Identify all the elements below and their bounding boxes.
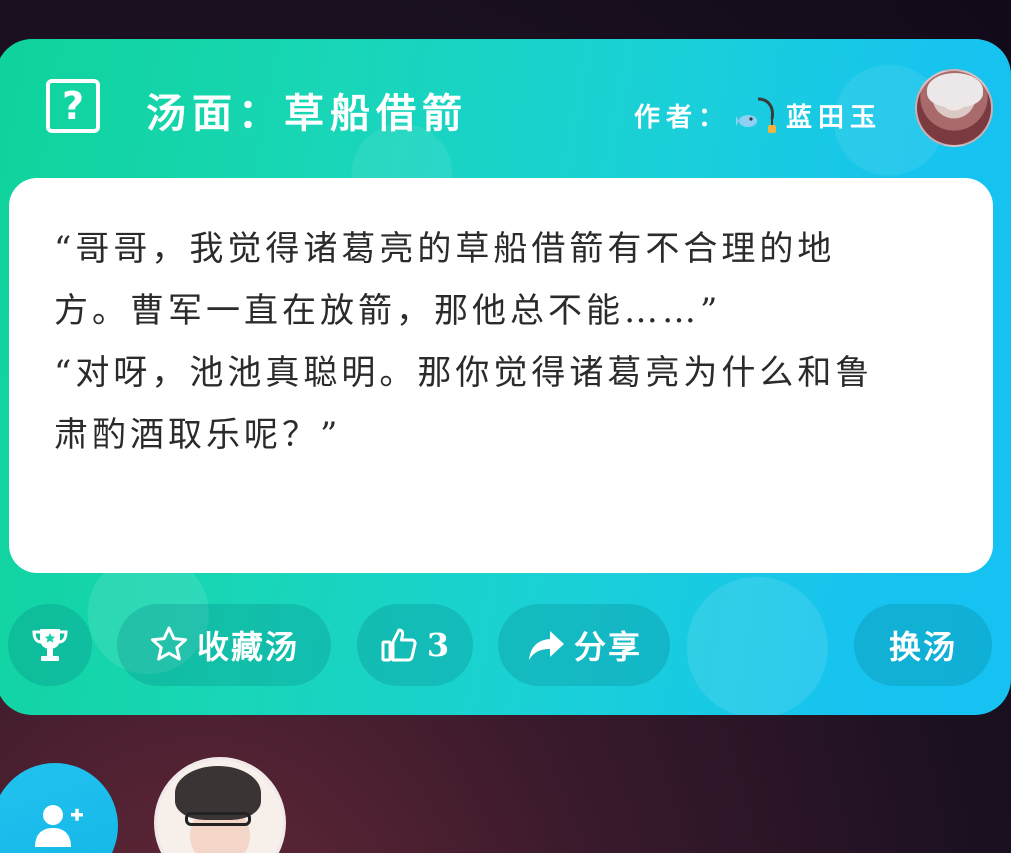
story-paragraph: “对呀，池池真聪明。那你觉得诸葛亮为什么和鲁肃酌酒取乐呢？” bbox=[54, 353, 874, 455]
like-button[interactable]: 3 bbox=[357, 604, 473, 686]
soup-title: 汤面：草船借箭 bbox=[146, 90, 468, 137]
action-bar: 收藏汤 3 分享 换汤 bbox=[0, 604, 1011, 688]
share-arrow-icon bbox=[528, 631, 564, 660]
story-panel: “哥哥，我觉得诸葛亮的草船借箭有不合理的地方。曹军一直在放箭，那他总不能……” … bbox=[9, 178, 993, 573]
share-label: 分享 bbox=[573, 628, 642, 666]
change-soup-label: 换汤 bbox=[888, 628, 957, 666]
help-icon[interactable]: ? bbox=[46, 79, 100, 133]
soup-card: ? 汤面：草船借箭 作者： 蓝田玉 “哥哥，我觉得诸葛亮的草船借箭有不合理的地方… bbox=[0, 39, 1011, 715]
author-info[interactable]: 作者： 蓝田玉 bbox=[634, 95, 882, 135]
trophy-icon bbox=[32, 629, 68, 661]
thumbs-up-icon bbox=[381, 628, 417, 662]
favorite-button[interactable]: 收藏汤 bbox=[117, 604, 331, 686]
author-label: 作者： bbox=[634, 102, 731, 133]
change-soup-button[interactable]: 换汤 bbox=[854, 604, 992, 686]
trophy-button[interactable] bbox=[8, 604, 92, 686]
app-screen: ? 汤面：草船借箭 作者： 蓝田玉 “哥哥，我觉得诸葛亮的草船借箭有不合理的地方… bbox=[0, 0, 1011, 853]
author-avatar[interactable] bbox=[915, 69, 993, 147]
add-user-icon bbox=[35, 805, 83, 847]
story-paragraph: “哥哥，我觉得诸葛亮的草船借箭有不合理的地方。曹军一直在放箭，那他总不能……” bbox=[54, 229, 836, 331]
share-button[interactable]: 分享 bbox=[498, 604, 670, 686]
fish-hook-icon bbox=[736, 95, 780, 135]
star-icon bbox=[150, 626, 187, 661]
like-count: 3 bbox=[426, 626, 452, 664]
add-user-button[interactable] bbox=[0, 763, 118, 853]
favorite-label: 收藏汤 bbox=[196, 628, 299, 666]
author-name: 蓝田玉 bbox=[786, 102, 883, 133]
user-avatar[interactable] bbox=[154, 757, 286, 853]
